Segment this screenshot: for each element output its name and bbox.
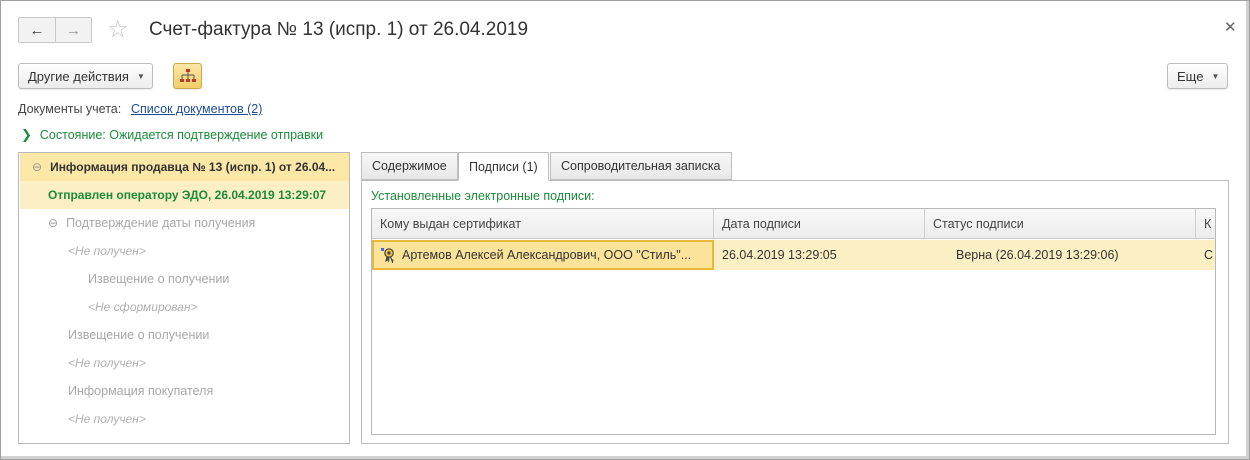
documents-list-link[interactable]: Список документов (2) — [131, 102, 262, 116]
forward-arrow-icon[interactable]: → — [55, 18, 91, 42]
cell-text: Артемов Алексей Александрович, ООО "Стил… — [402, 248, 692, 262]
more-button[interactable]: Еще ▼ — [1167, 63, 1228, 89]
workflow-tree[interactable]: ⊖ Информация продавца № 13 (испр. 1) от … — [18, 152, 350, 444]
dropdown-caret-icon: ▼ — [136, 71, 145, 81]
tab-cover-note[interactable]: Сопроводительная записка — [550, 152, 732, 180]
tree-item-not-received-2[interactable]: <Не получен> — [20, 349, 349, 377]
table-header: Кому выдан сертификат Дата подписи Стату… — [372, 209, 1215, 239]
cell-certificate-owner[interactable]: Артемов Алексей Александрович, ООО "Стил… — [372, 240, 714, 270]
tree-item-not-formed[interactable]: <Не сформирован> — [20, 293, 349, 321]
tree-item-label: <Не сформирован> — [88, 300, 198, 314]
tab-label: Содержимое — [372, 159, 447, 173]
signatures-table[interactable]: Кому выдан сертификат Дата подписи Стату… — [371, 208, 1216, 435]
collapse-icon[interactable]: ⊖ — [32, 160, 42, 174]
structure-icon — [179, 69, 196, 82]
state-text: Состояние: Ожидается подтверждение отпра… — [39, 128, 324, 142]
star-icon[interactable]: ☆ — [107, 15, 129, 44]
tab-content[interactable]: Содержимое — [361, 152, 458, 180]
tree-item-label: <Не получен> — [68, 356, 146, 370]
cell-sign-date[interactable]: 26.04.2019 13:29:05 — [714, 240, 925, 270]
chevron-right-icon: ❯ — [21, 127, 32, 142]
column-header-certificate-owner[interactable]: Кому выдан сертификат — [372, 209, 714, 239]
tree-item-label: Подтверждение даты получения — [66, 216, 256, 230]
tree-item-receipt-notice[interactable]: Извещение о получении — [20, 265, 349, 293]
tree-item-label: <Не получен> — [68, 412, 146, 426]
window-frame: ← → ☆ Счет-фактура № 13 (испр. 1) от 26.… — [0, 0, 1250, 460]
tree-item-receipt-notice-2[interactable]: Извещение о получении — [20, 321, 349, 349]
tree-item-sent-status[interactable]: Отправлен оператору ЭДО, 26.04.2019 13:2… — [20, 181, 349, 209]
tree-item-not-received-3[interactable]: <Не получен> — [20, 405, 349, 433]
cell-sign-status[interactable]: Верна (26.04.2019 13:29:06) — [948, 240, 1196, 270]
tab-label: Сопроводительная записка — [561, 159, 721, 173]
column-header-extra[interactable]: К — [1196, 209, 1215, 239]
tree-item-label: Извещение о получении — [68, 328, 210, 342]
tree-item-receipt-date-confirmation[interactable]: ⊖ Подтверждение даты получения — [20, 209, 349, 237]
documents-label: Документы учета: — [18, 102, 122, 116]
back-arrow-icon[interactable]: ← — [19, 18, 55, 42]
state-toggle[interactable]: ❯ Состояние: Ожидается подтверждение отпр… — [21, 127, 323, 143]
structure-button[interactable] — [173, 63, 202, 89]
tree-item-label: Информация продавца № 13 (испр. 1) от 26… — [50, 160, 336, 174]
tree-item-label: Извещение о получении — [88, 272, 230, 286]
column-header-sign-date[interactable]: Дата подписи — [714, 209, 925, 239]
navigation-buttons: ← → — [18, 17, 92, 43]
cell-extra[interactable]: С — [1196, 240, 1215, 270]
tree-item-label: Информация покупателя — [68, 384, 214, 398]
other-actions-label: Другие действия — [28, 68, 129, 84]
tree-item-not-received[interactable]: <Не получен> — [20, 237, 349, 265]
tab-signatures[interactable]: Подписи (1) — [458, 152, 549, 181]
tree-item-buyer-info[interactable]: Информация покупателя — [20, 377, 349, 405]
table-row[interactable]: Артемов Алексей Александрович, ООО "Стил… — [372, 240, 1215, 270]
certificate-icon — [380, 247, 396, 263]
column-header-sign-status[interactable]: Статус подписи — [925, 209, 1196, 239]
signatures-label: Установленные электронные подписи: — [371, 189, 595, 203]
tree-item-label: Отправлен оператору ЭДО, 26.04.2019 13:2… — [48, 188, 327, 202]
tree-item-label: <Не получен> — [68, 244, 146, 258]
dropdown-caret-icon: ▼ — [1211, 71, 1220, 81]
more-label: Еще — [1177, 68, 1204, 84]
tree-item-seller-info[interactable]: ⊖ Информация продавца № 13 (испр. 1) от … — [20, 153, 349, 181]
tab-label: Подписи (1) — [469, 159, 538, 174]
other-actions-button[interactable]: Другие действия ▼ — [18, 63, 153, 89]
page-title: Счет-фактура № 13 (испр. 1) от 26.04.201… — [149, 19, 529, 40]
close-icon[interactable]: ✕ — [1224, 18, 1237, 36]
collapse-icon[interactable]: ⊖ — [48, 216, 58, 230]
